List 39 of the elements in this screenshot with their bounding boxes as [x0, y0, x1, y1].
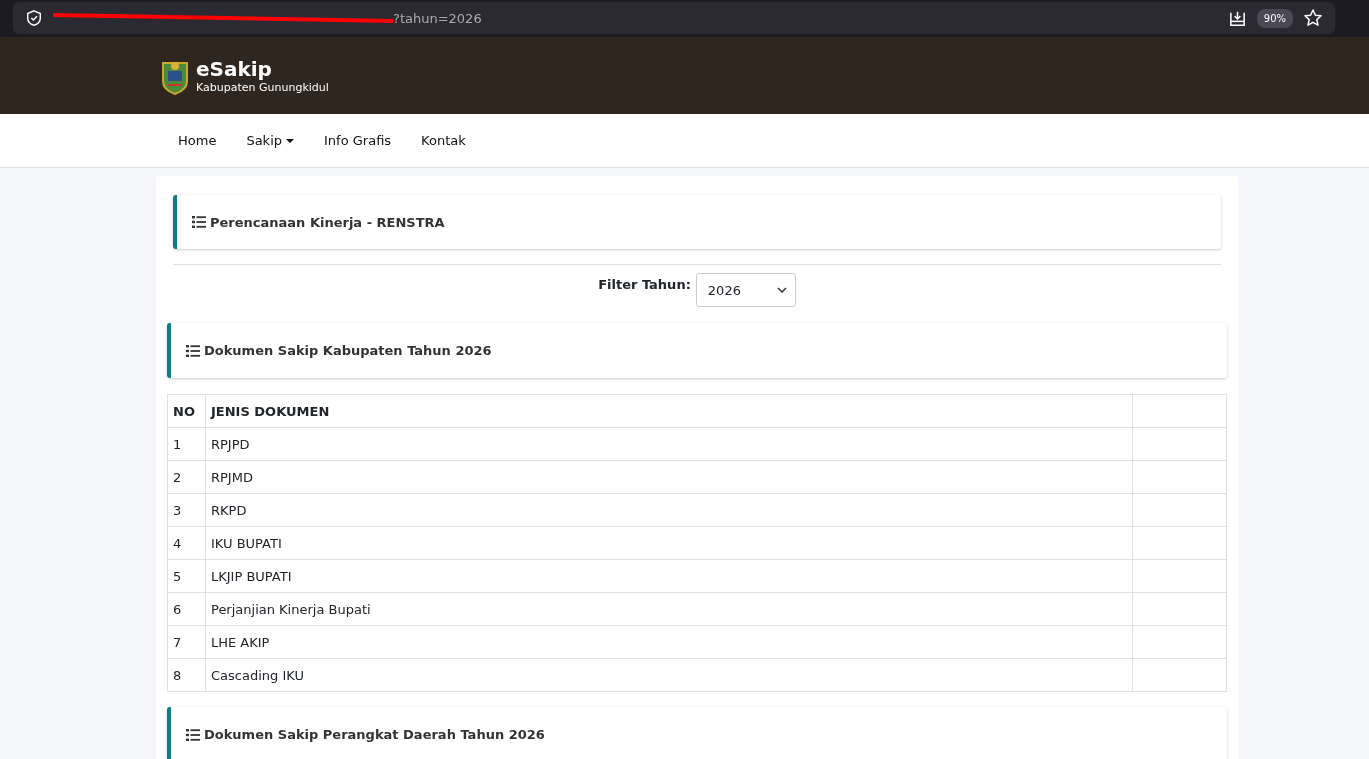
nav-link[interactable]: Sakip — [231, 133, 309, 148]
section-title: Dokumen Sakip Perangkat Daerah Tahun 2026 — [204, 727, 545, 742]
table-cell: 5 — [167, 559, 206, 593]
table-cell: 8 — [167, 658, 206, 692]
nav-link[interactable]: Home — [163, 133, 232, 148]
table-cell: 7 — [167, 625, 206, 659]
column-header: NO — [167, 394, 206, 428]
table-cell: 2 — [167, 460, 206, 494]
section-title: Dokumen Sakip Kabupaten Tahun 2026 — [204, 343, 492, 358]
site-subtitle: Kabupaten Gunungkidul — [196, 81, 329, 94]
zoom-level-badge[interactable]: 90% — [1256, 8, 1293, 28]
page-title: Perencanaan Kinerja - RENSTRA — [210, 214, 445, 230]
shield-icon[interactable] — [25, 9, 43, 27]
table-cell: 1 — [167, 427, 206, 461]
table-cell: RKPD — [205, 493, 1133, 527]
table-cell: RPJPD — [205, 427, 1133, 461]
list-icon — [192, 216, 206, 228]
nav-link[interactable]: Kontak — [406, 133, 481, 148]
filter-label: Filter Tahun: — [598, 277, 691, 292]
table-cell: 4 — [167, 526, 206, 560]
nav-link[interactable]: Info Grafis — [309, 133, 407, 148]
table-cell: Perjanjian Kinerja Bupati — [205, 592, 1133, 626]
site-title[interactable]: eSakip — [196, 57, 329, 81]
list-icon — [186, 344, 200, 357]
table-cell: LHE AKIP — [205, 625, 1133, 659]
table-cell: Cascading IKU — [205, 658, 1133, 692]
table-cell: LKJIP BUPATI — [205, 559, 1133, 593]
year-select[interactable]: 2026 — [695, 273, 796, 307]
column-header: JENIS DOKUMEN — [205, 394, 1133, 428]
star-icon[interactable] — [1303, 8, 1323, 28]
list-icon — [186, 728, 200, 741]
address-bar[interactable]: ?tahun=2026 90% — [13, 2, 1335, 34]
table-cell: 6 — [167, 592, 206, 626]
chevron-down-icon — [776, 287, 787, 293]
table-cell: IKU BUPATI — [205, 526, 1133, 560]
table-cell: 3 — [167, 493, 206, 527]
table-cell: RPJMD — [205, 460, 1133, 494]
url-text: ?tahun=2026 — [393, 10, 482, 26]
caret-icon — [286, 138, 294, 143]
